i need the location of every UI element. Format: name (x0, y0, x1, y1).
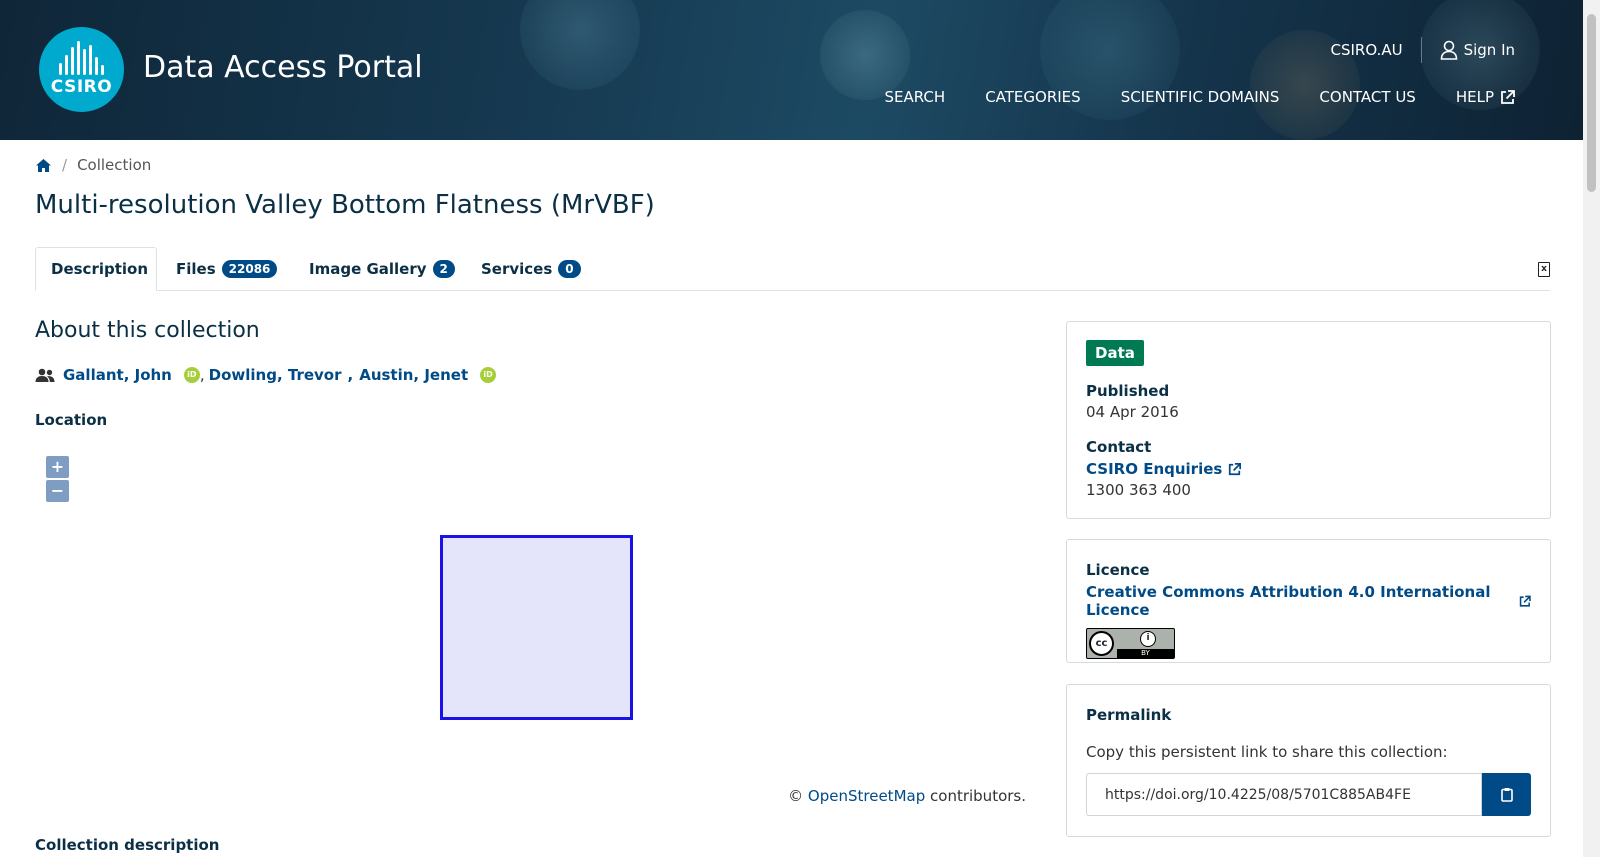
permalink-row (1086, 773, 1531, 816)
attribution-copyright: © (788, 787, 804, 805)
location-label: Location (35, 411, 108, 429)
nav-scientific-domains[interactable]: SCIENTIFIC DOMAINS (1121, 88, 1280, 106)
tab-files-label: Files (176, 260, 216, 278)
permalink-label: Permalink (1086, 706, 1172, 724)
collection-description-label: Collection description (35, 836, 220, 854)
tab-services[interactable]: Services 0 (481, 247, 581, 291)
tab-files-count: 22086 (221, 260, 278, 278)
main-nav: SEARCH CATEGORIES SCIENTIFIC DOMAINS CON… (884, 88, 1515, 106)
author-link[interactable]: Gallant, John (63, 366, 172, 384)
external-link-icon (1520, 595, 1531, 607)
orcid-icon[interactable]: iD (480, 367, 497, 383)
nav-help-label: HELP (1455, 88, 1494, 106)
breadcrumb-separator: / (62, 156, 68, 174)
tab-description[interactable]: Description (35, 247, 157, 291)
author-separator: , (347, 366, 354, 384)
home-icon[interactable] (35, 158, 52, 173)
sign-in-label: Sign In (1463, 41, 1515, 59)
contact-label: Contact (1086, 438, 1152, 456)
licence-card: Licence Creative Commons Attribution 4.0… (1066, 539, 1551, 663)
header-bokeh (520, 0, 640, 90)
user-icon (1440, 40, 1457, 60)
licence-link[interactable]: Creative Commons Attribution 4.0 Interna… (1086, 583, 1531, 619)
nav-categories[interactable]: CATEGORIES (985, 88, 1081, 106)
csiro-au-link[interactable]: CSIRO.AU (1331, 41, 1403, 59)
bounding-box-polygon (440, 535, 633, 720)
attribution-suffix: contributors. (930, 787, 1026, 805)
licence-label: Licence (1086, 561, 1150, 579)
zoom-in-button[interactable]: + (46, 456, 69, 478)
page-title: Multi-resolution Valley Bottom Flatness … (35, 190, 655, 220)
csiro-logo[interactable]: CSIRO (39, 27, 124, 112)
contact-phone: 1300 363 400 (1086, 481, 1191, 499)
tab-bar: Description Files 22086 Image Gallery 2 … (35, 247, 1550, 291)
page-scrollbar[interactable] (1583, 0, 1600, 857)
tab-description-label: Description (51, 260, 149, 278)
attribution-person-icon: i (1140, 631, 1156, 647)
collection-info-card: Data Published 04 Apr 2016 Contact CSIRO… (1066, 321, 1551, 519)
utility-divider (1420, 37, 1422, 63)
external-link-icon (1501, 89, 1515, 104)
author-link[interactable]: Austin, Jenet (359, 366, 468, 384)
nav-help[interactable]: HELP (1456, 88, 1515, 106)
nav-contact-us[interactable]: CONTACT US (1319, 88, 1415, 106)
about-heading: About this collection (35, 318, 260, 343)
tab-image-gallery-label: Image Gallery (309, 260, 427, 278)
location-map[interactable]: + − © OpenStreetMap contributors. (35, 445, 1026, 815)
cc-by-strip: BY (1117, 649, 1174, 658)
breadcrumb-current: Collection (77, 156, 152, 174)
nav-search[interactable]: SEARCH (884, 88, 945, 106)
cc-icon: cc (1089, 631, 1114, 656)
map-attribution: © OpenStreetMap contributors. (788, 787, 1026, 805)
copy-permalink-button[interactable] (1482, 773, 1531, 816)
utility-nav: CSIRO.AU Sign In (1331, 37, 1515, 63)
breadcrumb: / Collection (35, 156, 151, 174)
permalink-card: Permalink Copy this persistent link to s… (1066, 684, 1551, 837)
tab-files[interactable]: Files 22086 (176, 247, 278, 291)
sign-in-link[interactable]: Sign In (1440, 40, 1515, 60)
header-bokeh (820, 10, 910, 100)
export-excel-icon[interactable]: x (1538, 262, 1550, 277)
logo-wordmark: CSIRO (50, 77, 113, 97)
author-separator: , (199, 366, 205, 384)
openstreetmap-link[interactable]: OpenStreetMap (808, 787, 925, 805)
cc-by-badge[interactable]: cc i BY (1086, 628, 1175, 659)
permalink-description: Copy this persistent link to share this … (1086, 743, 1448, 761)
contact-link[interactable]: CSIRO Enquiries (1086, 460, 1242, 478)
published-value: 04 Apr 2016 (1086, 403, 1179, 421)
tab-services-count: 0 (558, 260, 581, 278)
tab-image-gallery[interactable]: Image Gallery 2 (309, 247, 455, 291)
clipboard-icon (1500, 788, 1513, 802)
published-label: Published (1086, 382, 1170, 400)
external-link-icon (1229, 462, 1242, 475)
permalink-input[interactable] (1086, 773, 1483, 816)
contact-link-label: CSIRO Enquiries (1086, 460, 1223, 478)
tab-image-gallery-count: 2 (432, 260, 455, 278)
zoom-out-button[interactable]: − (46, 480, 69, 502)
tab-services-label: Services (481, 260, 553, 278)
site-title[interactable]: Data Access Portal (143, 50, 423, 85)
type-badge: Data (1086, 340, 1144, 366)
authors-list: Gallant, John iD , Dowling, Trevor , Aus… (35, 366, 497, 384)
site-header: CSIRO Data Access Portal CSIRO.AU Sign I… (0, 0, 1583, 140)
users-icon (35, 368, 55, 382)
logo-bars-icon (59, 41, 105, 75)
licence-link-label: Creative Commons Attribution 4.0 Interna… (1086, 583, 1491, 619)
orcid-icon[interactable]: iD (183, 367, 200, 383)
author-link[interactable]: Dowling, Trevor (209, 366, 342, 384)
scrollbar-thumb[interactable] (1587, 14, 1596, 192)
